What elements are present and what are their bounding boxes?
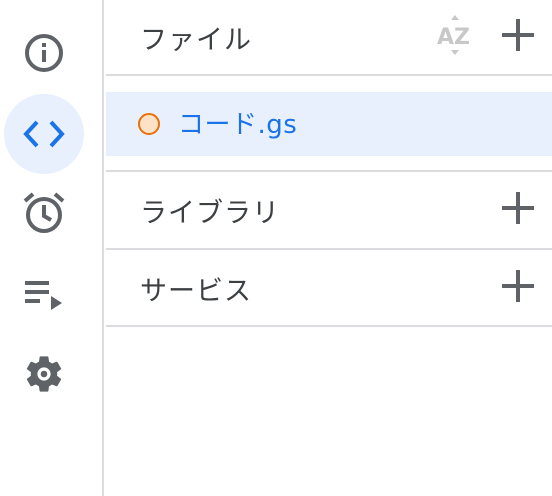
sort-letter-a: A xyxy=(437,25,454,50)
sort-files-button[interactable]: A Z xyxy=(434,14,476,60)
divider xyxy=(106,325,552,327)
add-file-button[interactable] xyxy=(498,17,538,57)
sort-letter-z: Z xyxy=(454,25,470,50)
divider xyxy=(106,74,552,76)
triggers-button[interactable] xyxy=(4,173,84,253)
file-status-dot xyxy=(138,113,160,135)
plus-icon xyxy=(501,269,535,307)
activity-rail xyxy=(0,0,104,496)
add-service-button[interactable] xyxy=(498,268,538,308)
libraries-title: ライブラリ xyxy=(140,198,280,229)
files-panel: ファイル A Z コード.gs ライブラリ サービス xyxy=(106,0,552,496)
overview-button[interactable] xyxy=(4,13,84,93)
file-item[interactable]: コード.gs xyxy=(106,92,552,156)
files-section-header: ファイル A Z xyxy=(106,0,552,74)
files-title: ファイル xyxy=(140,25,252,56)
sort-az-icon: A Z xyxy=(434,14,476,60)
info-icon xyxy=(23,32,65,74)
plus-icon xyxy=(501,191,535,229)
apps-script-editor-sidebar: ファイル A Z コード.gs ライブラリ サービス xyxy=(0,0,552,496)
settings-button[interactable] xyxy=(4,334,84,414)
executions-button[interactable] xyxy=(4,255,84,335)
code-icon xyxy=(22,119,66,149)
editor-button[interactable] xyxy=(4,94,84,174)
file-name: コード.gs xyxy=(178,110,298,140)
playlist-play-icon xyxy=(23,278,65,312)
plus-icon xyxy=(501,18,535,56)
alarm-icon xyxy=(21,190,67,236)
services-title: サービス xyxy=(140,276,252,307)
libraries-section-header: ライブラリ xyxy=(106,172,552,248)
services-section-header: サービス xyxy=(106,250,552,326)
add-library-button[interactable] xyxy=(498,190,538,230)
gear-icon xyxy=(22,352,66,396)
